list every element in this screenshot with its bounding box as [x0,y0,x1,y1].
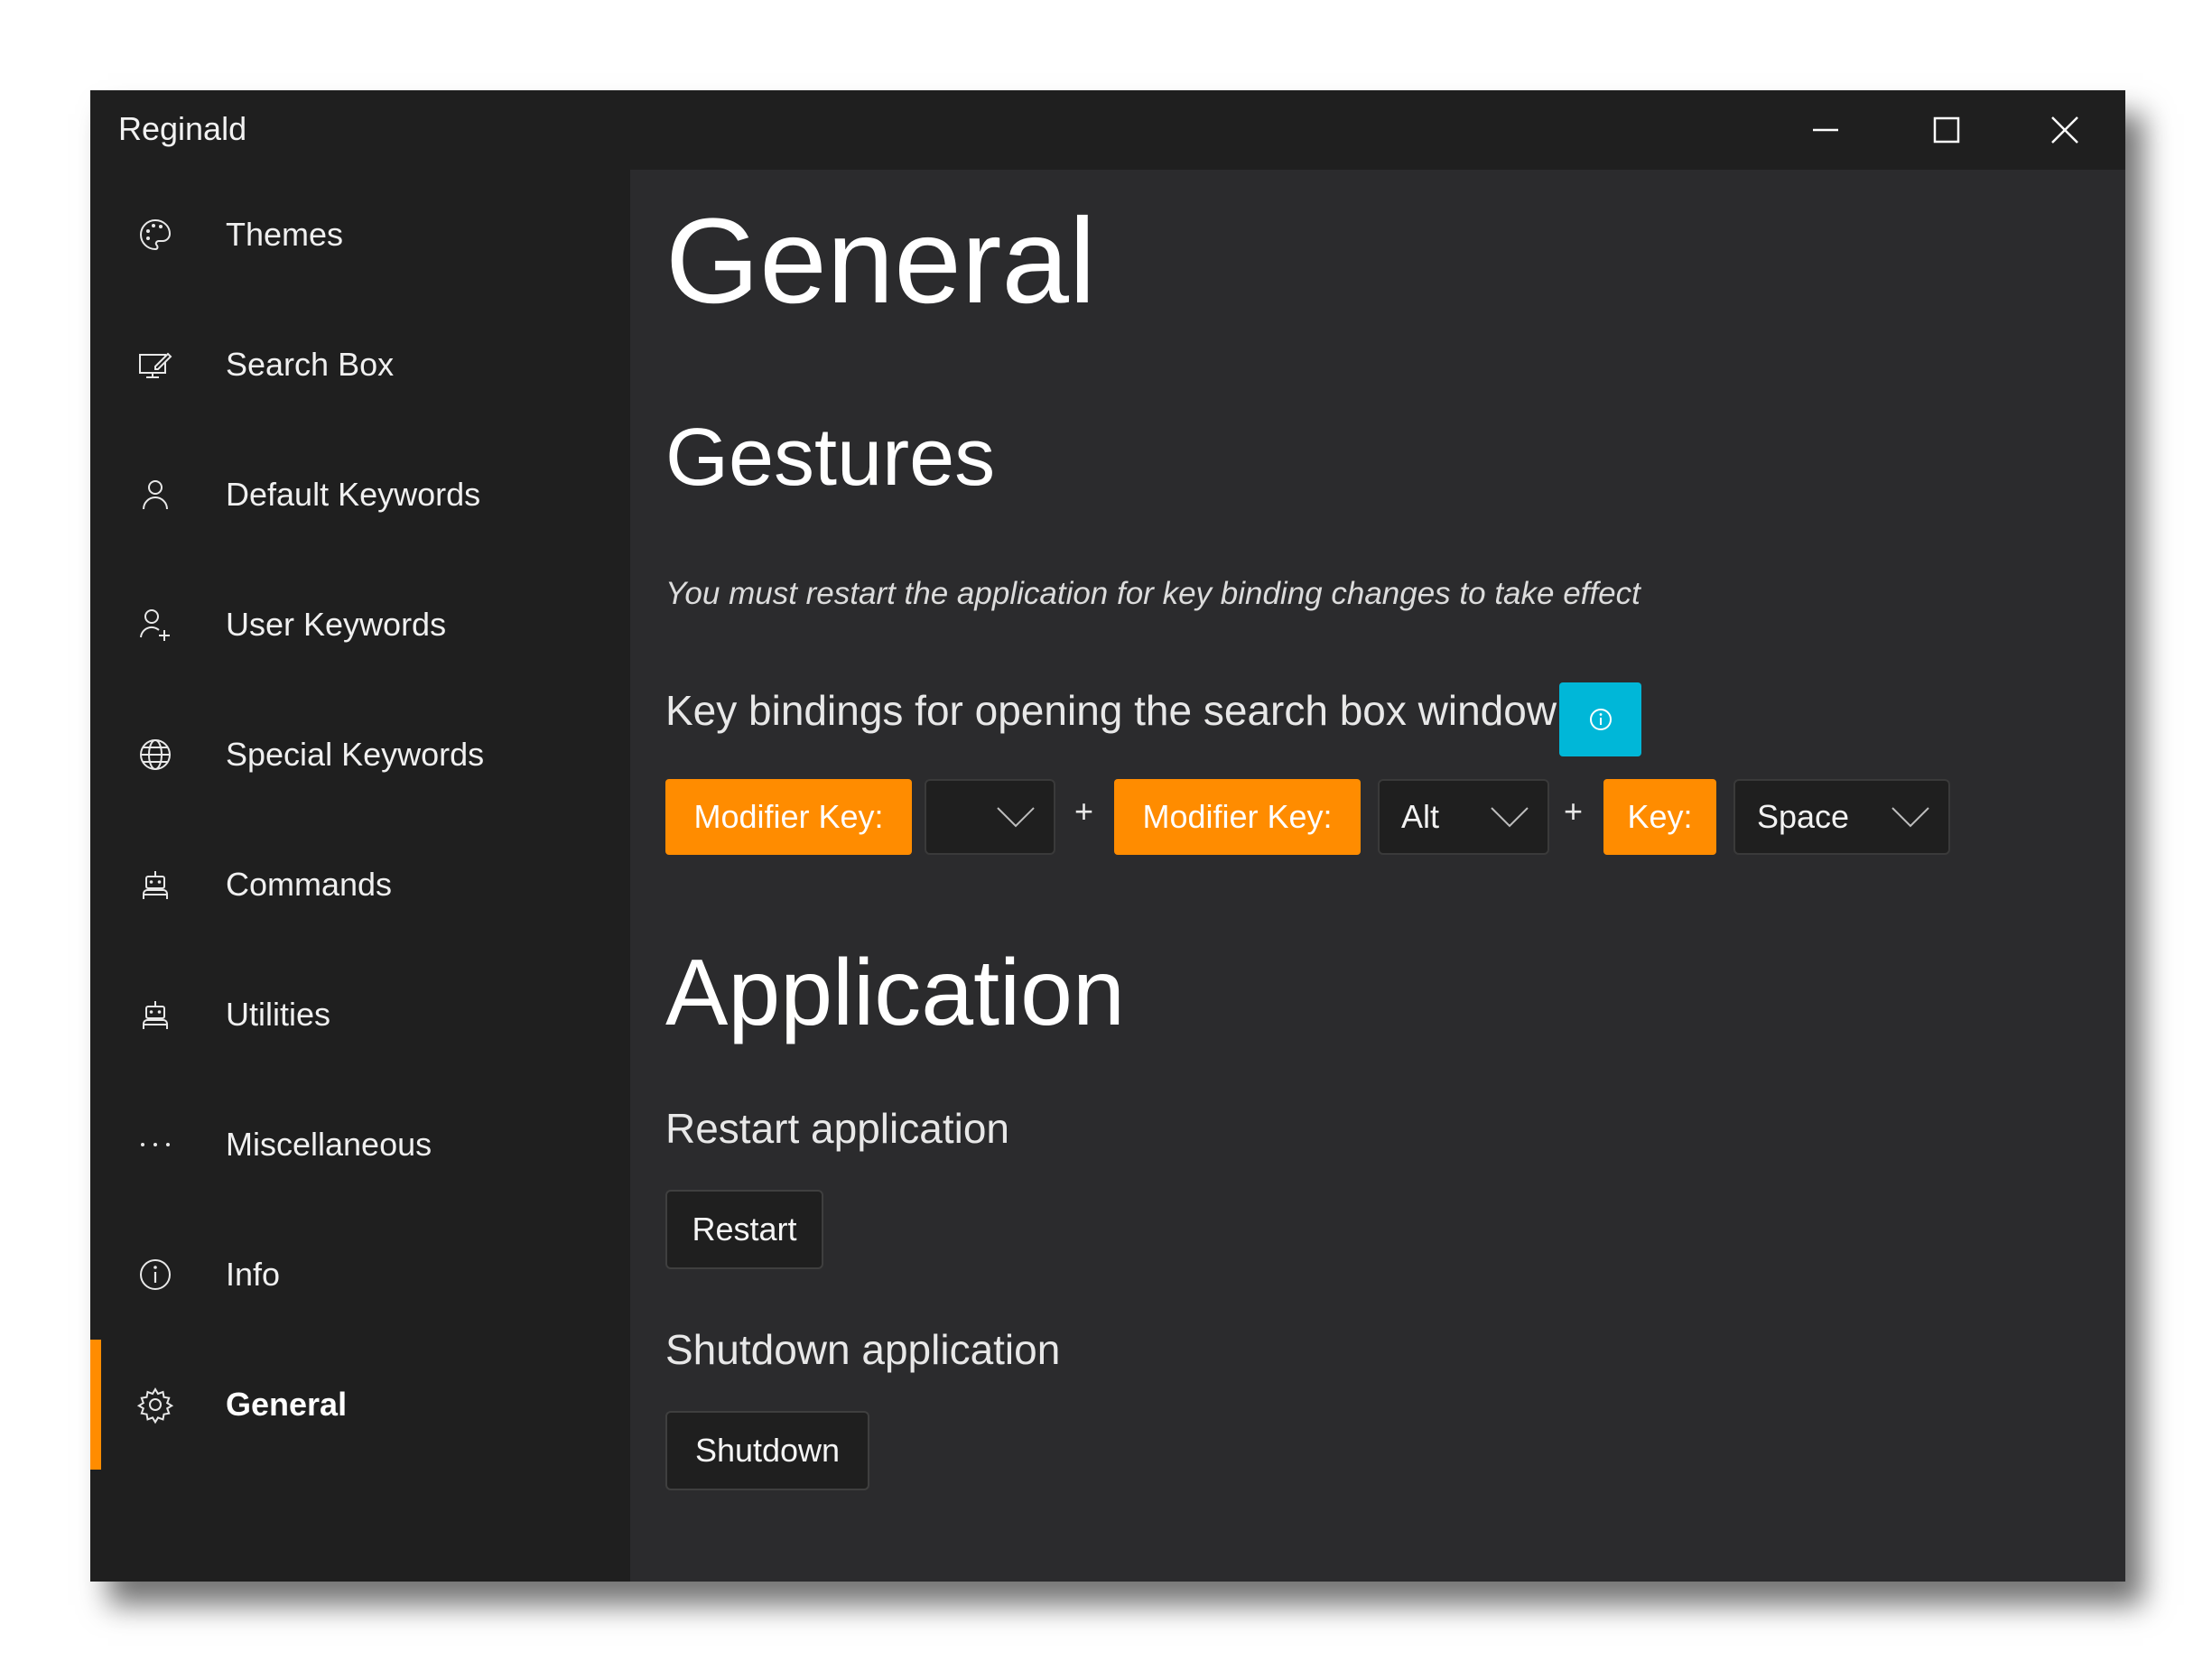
sidebar-item-general[interactable]: General [90,1340,630,1470]
more-icon [135,1125,175,1164]
robot-icon [135,995,175,1034]
sidebar-item-miscellaneous[interactable]: Miscellaneous [90,1080,630,1210]
modifier-key-2-value: Alt [1401,798,1440,835]
restart-button[interactable]: Restart [665,1190,823,1269]
chevron-down-icon [997,807,1035,828]
sidebar-item-label: Utilities [226,996,331,1033]
modifier-key-2-select[interactable]: Alt [1378,779,1549,855]
modifier-key-1-select[interactable] [925,779,1055,855]
chevron-down-icon [1891,807,1929,828]
key-binding-label: Key bindings for opening the search box … [665,687,1557,734]
close-icon [2051,116,2078,144]
sidebar-item-info[interactable]: Info [90,1210,630,1340]
sidebar-item-themes[interactable]: Themes [90,170,630,300]
sidebar-item-label: Miscellaneous [226,1126,432,1163]
sidebar-item-label: Special Keywords [226,736,485,773]
settings-content: General Gestures You must restart the ap… [630,170,2125,1582]
sidebar-item-label: General [226,1386,348,1423]
sidebar-item-utilities[interactable]: Utilities [90,950,630,1080]
minimize-icon [1813,128,1838,132]
shutdown-application-label: Shutdown application [665,1326,1061,1373]
key-binding-info-button[interactable] [1559,682,1641,756]
person-add-icon [135,605,175,645]
maximize-button[interactable] [1886,90,2007,170]
sidebar-item-user-keywords[interactable]: User Keywords [90,560,630,690]
key-value: Space [1757,798,1850,835]
sidebar-item-label: Info [226,1256,281,1293]
modifier-key-1-label: Modifier Key: [665,779,912,855]
sidebar-item-label: Themes [226,216,344,253]
info-icon [135,1255,175,1294]
restart-note: You must restart the application for key… [665,576,1640,611]
selection-indicator [90,1340,101,1470]
section-heading-gestures: Gestures [665,413,996,503]
sidebar-item-label: Search Box [226,346,395,383]
sidebar-item-label: Default Keywords [226,476,481,513]
palette-icon [135,215,175,255]
sidebar-item-special-keywords[interactable]: Special Keywords [90,690,630,820]
chevron-down-icon [1491,807,1529,828]
section-heading-application: Application [665,941,1125,1045]
minimize-button[interactable] [1765,90,1886,170]
restart-application-label: Restart application [665,1105,1009,1152]
close-button[interactable] [2004,90,2125,170]
key-select[interactable]: Space [1733,779,1950,855]
sidebar-item-label: User Keywords [226,606,447,643]
robot-icon [135,865,175,905]
gear-icon [135,1385,175,1424]
modifier-key-2-label: Modifier Key: [1114,779,1361,855]
shutdown-button[interactable]: Shutdown [665,1411,869,1490]
info-icon [1589,709,1612,730]
plus-separator: + [1074,793,1094,830]
sidebar-item-label: Commands [226,866,393,903]
app-window: Reginald Themes Search Box Default Keywo… [90,90,2125,1582]
app-title: Reginald [118,110,247,147]
page-title: General [665,194,1096,329]
sidebar-item-search-box[interactable]: Search Box [90,300,630,430]
sidebar-nav: Themes Search Box Default Keywords User … [90,170,630,1582]
key-label: Key: [1603,779,1716,855]
plus-separator: + [1564,793,1584,830]
title-bar: Reginald [90,90,2125,170]
sidebar-item-commands[interactable]: Commands [90,820,630,950]
globe-icon [135,735,175,775]
monitor-edit-icon [135,345,175,385]
sidebar-item-default-keywords[interactable]: Default Keywords [90,430,630,560]
maximize-icon [1933,116,1960,144]
person-icon [135,475,175,515]
